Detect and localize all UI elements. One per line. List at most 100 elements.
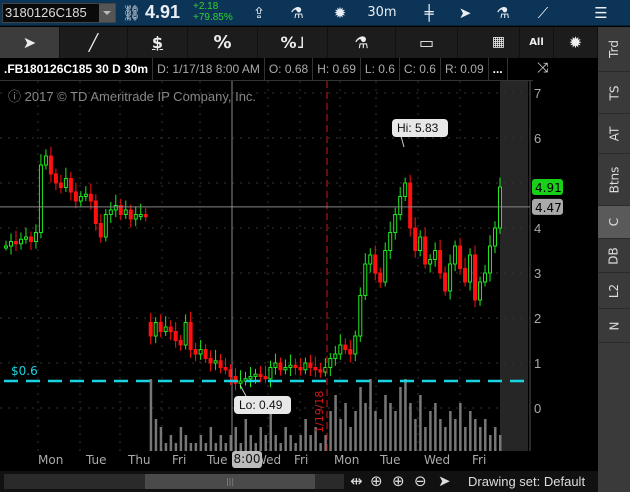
crosshair-icon[interactable]: ⊕ bbox=[370, 472, 383, 490]
volume-bar bbox=[484, 419, 487, 451]
pointer-icon[interactable]: ➤ bbox=[438, 472, 451, 490]
pointer-tool-icon[interactable]: ➤ bbox=[0, 27, 60, 58]
trendline-tool-icon[interactable]: ╱ bbox=[60, 27, 128, 58]
cursor-icon[interactable]: ➤ bbox=[452, 2, 478, 24]
flask-icon[interactable]: ⚗ bbox=[282, 2, 312, 24]
top-toolbar: 3180126C185 ⛓ 4.91 +2.18 +79.85% ⇪ ⚗ ✹ 30… bbox=[0, 0, 630, 26]
sidebar-tab-ts[interactable]: TS bbox=[598, 72, 630, 114]
candle-body bbox=[333, 353, 338, 359]
grid-icon[interactable]: ▦ bbox=[458, 27, 520, 58]
zoom-in-icon[interactable]: ⊕ bbox=[392, 472, 405, 490]
flask-tool-icon[interactable]: ⚗ bbox=[328, 27, 396, 58]
candle-body bbox=[58, 182, 63, 188]
sidebar-tab-label: Trd bbox=[607, 40, 621, 58]
candle-body bbox=[408, 182, 413, 229]
sidebar-tab-btns[interactable]: Btns bbox=[598, 154, 630, 206]
y-tick-label: 6 bbox=[534, 131, 541, 146]
collapse-icon[interactable]: ⤨ bbox=[533, 58, 598, 81]
price-level-tool[interactable]: $ bbox=[128, 27, 188, 58]
candle-body bbox=[348, 349, 353, 355]
drawings-icon[interactable]: ⟋ bbox=[530, 2, 556, 24]
sidebar-tab-trd[interactable]: Trd bbox=[598, 27, 630, 72]
chart-info-bar: .FB180126C185 30 D 30m D: 1/17/18 8:00 A… bbox=[0, 58, 533, 81]
volume-bar bbox=[374, 411, 377, 451]
candle-body bbox=[313, 367, 318, 371]
volume-bar bbox=[254, 443, 257, 451]
drawing-toolbar: ➤ ╱ $ % %˩ ⚗ ▭ ▦ All ✹ bbox=[0, 27, 598, 58]
volume-bar bbox=[154, 419, 158, 451]
candle-body bbox=[128, 209, 133, 220]
candle-body bbox=[183, 322, 188, 346]
candle-body bbox=[488, 245, 493, 274]
candle-body bbox=[473, 254, 478, 301]
volume-bar bbox=[494, 427, 497, 451]
time-axis: Mon Tue Thu Fri Tue Wed Fri Mon Tue Wed Fri bbox=[0, 451, 530, 471]
sidebar-tab-at[interactable]: AT bbox=[598, 114, 630, 154]
candle-body bbox=[173, 331, 178, 341]
share-icon[interactable]: ⇪ bbox=[244, 2, 274, 24]
candle-body bbox=[188, 322, 193, 350]
scrollbar-thumb[interactable]: ||| bbox=[145, 474, 315, 489]
candle-body bbox=[298, 367, 303, 371]
rectangle-tool-icon[interactable]: ▭ bbox=[396, 27, 458, 58]
sidebar-tab-l2[interactable]: L2 bbox=[598, 273, 630, 309]
date-tick-label: Tue bbox=[86, 453, 107, 467]
expand-icon[interactable]: ⇹ bbox=[350, 472, 363, 490]
all-button[interactable]: All bbox=[520, 27, 554, 58]
date-tick-label: Fri bbox=[172, 453, 187, 467]
volume-bar bbox=[404, 379, 407, 451]
candle-body bbox=[478, 281, 483, 301]
candle-body bbox=[353, 335, 358, 355]
percent-change-tool-icon[interactable]: %˩ bbox=[258, 27, 328, 58]
candle-body bbox=[158, 322, 163, 332]
settings-gear-icon[interactable]: ✹ bbox=[554, 27, 598, 58]
candle-body bbox=[163, 326, 168, 332]
split-date-label: 1/19/18 bbox=[313, 391, 326, 433]
gear-icon[interactable]: ✹ bbox=[325, 2, 355, 24]
candle-body bbox=[458, 245, 463, 269]
studies-flask-icon[interactable]: ⚗ bbox=[490, 2, 516, 24]
candle-body bbox=[498, 186, 502, 229]
candlestick-icon[interactable]: ╪ bbox=[416, 2, 442, 24]
date-tick-label: Tue bbox=[207, 453, 228, 467]
volume-bar bbox=[434, 403, 437, 451]
candle-body bbox=[423, 236, 428, 265]
sidebar-tab-label: N bbox=[606, 321, 621, 330]
volume-bar bbox=[419, 395, 422, 451]
more-button[interactable]: ... bbox=[489, 58, 508, 80]
bar-date: D: 1/17/18 8:00 AM bbox=[153, 58, 265, 80]
sidebar-tab-c[interactable]: C bbox=[598, 206, 630, 239]
candle-body bbox=[393, 214, 398, 233]
timeframe-button[interactable]: 30m bbox=[364, 2, 400, 24]
symbol-dropdown-button[interactable] bbox=[99, 4, 115, 22]
candle-body bbox=[123, 209, 128, 215]
volume-bar bbox=[184, 435, 188, 451]
volume-bar bbox=[479, 427, 482, 451]
menu-icon[interactable]: ☰ bbox=[588, 2, 614, 24]
link-icon[interactable]: ⛓ bbox=[122, 2, 141, 24]
volume-bar bbox=[159, 427, 163, 451]
volume-bar bbox=[354, 411, 357, 451]
candle-body bbox=[383, 250, 388, 283]
volume-bar bbox=[304, 419, 307, 451]
candle-body bbox=[433, 250, 438, 260]
zoom-out-icon[interactable]: ⊖ bbox=[414, 472, 427, 490]
volume-bar bbox=[444, 427, 447, 451]
cursor-time-label: 8:00 bbox=[232, 451, 262, 468]
y-tick-label: 3 bbox=[534, 266, 541, 281]
date-tick-label: Mon bbox=[334, 453, 360, 467]
sidebar-tab-db[interactable]: DB bbox=[598, 239, 630, 273]
percent-tool[interactable]: % bbox=[188, 27, 258, 58]
sidebar-tab-n[interactable]: N bbox=[598, 309, 630, 343]
sidebar-tab-label: Btns bbox=[606, 166, 621, 193]
net-change: +2.18 bbox=[193, 1, 219, 12]
drawing-set-dropdown[interactable]: Drawing set: Default bbox=[468, 474, 585, 489]
date-tick-label: Wed bbox=[424, 453, 451, 467]
volume-bar bbox=[379, 419, 382, 451]
y-tick-label: 0 bbox=[534, 401, 541, 416]
candle-body bbox=[338, 344, 343, 355]
candle-body bbox=[203, 349, 208, 359]
volume-bar bbox=[179, 427, 183, 451]
volume-bar bbox=[189, 443, 193, 451]
price-chart[interactable]: 1/19/18 $0.6 Hi: 5.83 Lo: 0.49 4.91 4.47 7 6 4 3… bbox=[0, 81, 598, 451]
